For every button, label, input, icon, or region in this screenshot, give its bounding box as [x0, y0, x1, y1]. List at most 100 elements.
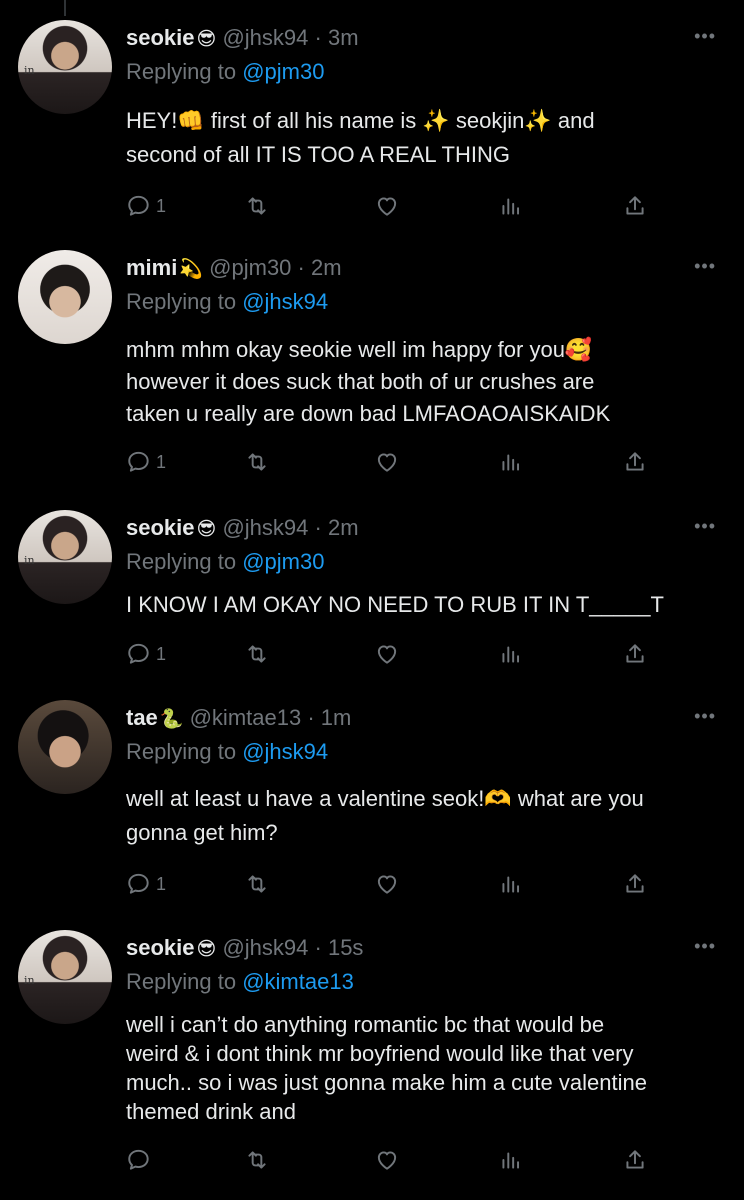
reply-icon	[128, 643, 149, 664]
retweet-button[interactable]	[244, 446, 270, 478]
replying-to-label: Replying to	[126, 969, 237, 994]
display-name[interactable]: seokie	[126, 25, 195, 50]
views-button[interactable]	[498, 190, 524, 222]
user-handle[interactable]: @pjm30	[209, 255, 291, 280]
name-emoji: 😎	[196, 519, 217, 540]
retweet-button[interactable]	[244, 638, 270, 670]
timestamp[interactable]: 1m	[321, 705, 352, 730]
reply-count: 1	[156, 873, 167, 894]
views-icon	[502, 646, 520, 663]
like-button[interactable]	[374, 1144, 400, 1176]
views-icon	[502, 198, 520, 215]
reply-count: 1	[156, 195, 167, 216]
avatar[interactable]	[18, 250, 112, 344]
views-button[interactable]	[498, 868, 524, 900]
tweet[interactable]: in seokie 😎 @jhsk94 · 15s ••• Replying to…	[0, 926, 744, 1196]
user-handle[interactable]: @jhsk94	[222, 25, 308, 50]
reply-icon	[128, 195, 149, 216]
more-options-icon[interactable]: •••	[694, 706, 716, 727]
replying-to-mention[interactable]: @jhsk94	[242, 289, 328, 314]
avatar[interactable]: in	[18, 930, 112, 1024]
tweet[interactable]: mimi 💫 @pjm30 · 2m ••• Replying to @jhsk9…	[0, 246, 744, 502]
avatar-text: in	[24, 554, 35, 567]
tweet[interactable]: in seokie 😎 @jhsk94 · 2m ••• Replying to …	[0, 506, 744, 690]
display-name[interactable]: tae	[126, 705, 158, 730]
share-button[interactable]	[622, 638, 648, 670]
replying-to-line: Replying to @pjm30	[126, 58, 324, 86]
retweet-button[interactable]	[244, 1144, 270, 1176]
share-button[interactable]	[622, 868, 648, 900]
avatar-text: in	[24, 974, 35, 987]
retweet-icon	[248, 875, 266, 893]
like-button[interactable]	[374, 190, 400, 222]
reply-count: 1	[156, 643, 167, 664]
name-emoji: 😎	[196, 29, 217, 50]
timestamp[interactable]: 15s	[328, 935, 363, 960]
timestamp[interactable]: 2m	[311, 255, 342, 280]
retweet-icon	[248, 453, 266, 471]
more-options-icon[interactable]: •••	[694, 256, 716, 277]
separator-dot: ·	[307, 705, 315, 730]
share-button[interactable]	[622, 190, 648, 222]
reply-button[interactable]	[126, 1144, 156, 1176]
replying-to-label: Replying to	[126, 59, 237, 84]
like-button[interactable]	[374, 868, 400, 900]
tweet-actions	[126, 1144, 656, 1176]
user-handle[interactable]: @jhsk94	[222, 935, 308, 960]
replying-to-mention[interactable]: @pjm30	[242, 59, 324, 84]
views-button[interactable]	[498, 1144, 524, 1176]
retweet-button[interactable]	[244, 868, 270, 900]
tweet-text-line: well i can’t do anything romantic bc tha…	[126, 1012, 605, 1037]
timestamp[interactable]: 2m	[328, 515, 359, 540]
timestamp[interactable]: 3m	[328, 25, 359, 50]
retweet-button[interactable]	[244, 190, 270, 222]
display-name[interactable]: seokie	[126, 935, 195, 960]
replying-to-mention[interactable]: @kimtae13	[242, 969, 354, 994]
reply-button[interactable]: 1	[126, 190, 166, 222]
tweet-text-line: much.. so i was just gonna make him a cu…	[126, 1070, 647, 1095]
reply-icon	[128, 1149, 149, 1170]
tweet-text-line: however it does suck that both of ur cru…	[126, 369, 595, 394]
more-options-icon[interactable]: •••	[694, 516, 716, 537]
tweet-text: I KNOW I AM OKAY NO NEED TO RUB IT IN T_…	[126, 588, 722, 622]
more-options-icon[interactable]: •••	[694, 26, 716, 47]
replying-to-label: Replying to	[126, 549, 237, 574]
tweet-header: tae 🐍 @kimtae13 · 1m	[126, 704, 351, 734]
like-button[interactable]	[374, 446, 400, 478]
views-button[interactable]	[498, 446, 524, 478]
display-name[interactable]: mimi	[126, 255, 177, 280]
share-icon	[626, 452, 644, 471]
name-emoji: 🐍	[159, 709, 184, 730]
display-name[interactable]: seokie	[126, 515, 195, 540]
more-options-icon[interactable]: •••	[694, 936, 716, 957]
replying-to-line: Replying to @kimtae13	[126, 968, 354, 996]
reply-button[interactable]: 1	[126, 638, 166, 670]
replying-to-mention[interactable]: @pjm30	[242, 549, 324, 574]
tweet-text-line: well at least u have a valentine seok!🫶 …	[126, 786, 644, 811]
tweet-actions: 1	[126, 446, 656, 478]
tweet[interactable]: in seokie 😎 @jhsk94 · 3m ••• Replying to …	[0, 16, 744, 238]
reply-count: 1	[156, 451, 167, 472]
tweet-actions: 1	[126, 868, 656, 900]
reply-button[interactable]: 1	[126, 446, 166, 478]
share-button[interactable]	[622, 1144, 648, 1176]
user-handle[interactable]: @kimtae13	[190, 705, 302, 730]
like-button[interactable]	[374, 638, 400, 670]
replying-to-mention[interactable]: @jhsk94	[242, 739, 328, 764]
tweet-text: HEY!👊 first of all his name is ✨ seokjin…	[126, 104, 722, 172]
avatar[interactable]: in	[18, 510, 112, 604]
tweet-text-line: taken u really are down bad LMFAOAOAISKA…	[126, 401, 611, 426]
reply-icon	[128, 451, 149, 472]
share-icon	[626, 196, 644, 215]
views-button[interactable]	[498, 638, 524, 670]
tweet[interactable]: tae 🐍 @kimtae13 · 1m ••• Replying to @jhs…	[0, 696, 744, 922]
separator-dot: ·	[314, 25, 322, 50]
avatar[interactable]	[18, 700, 112, 794]
avatar[interactable]: in	[18, 20, 112, 114]
reply-button[interactable]: 1	[126, 868, 166, 900]
user-handle[interactable]: @jhsk94	[222, 515, 308, 540]
tweet-header: seokie 😎 @jhsk94 · 15s	[126, 934, 363, 964]
views-icon	[502, 1152, 520, 1169]
share-button[interactable]	[622, 446, 648, 478]
tweet-text-line: HEY!👊 first of all his name is ✨ seokjin…	[126, 108, 595, 133]
